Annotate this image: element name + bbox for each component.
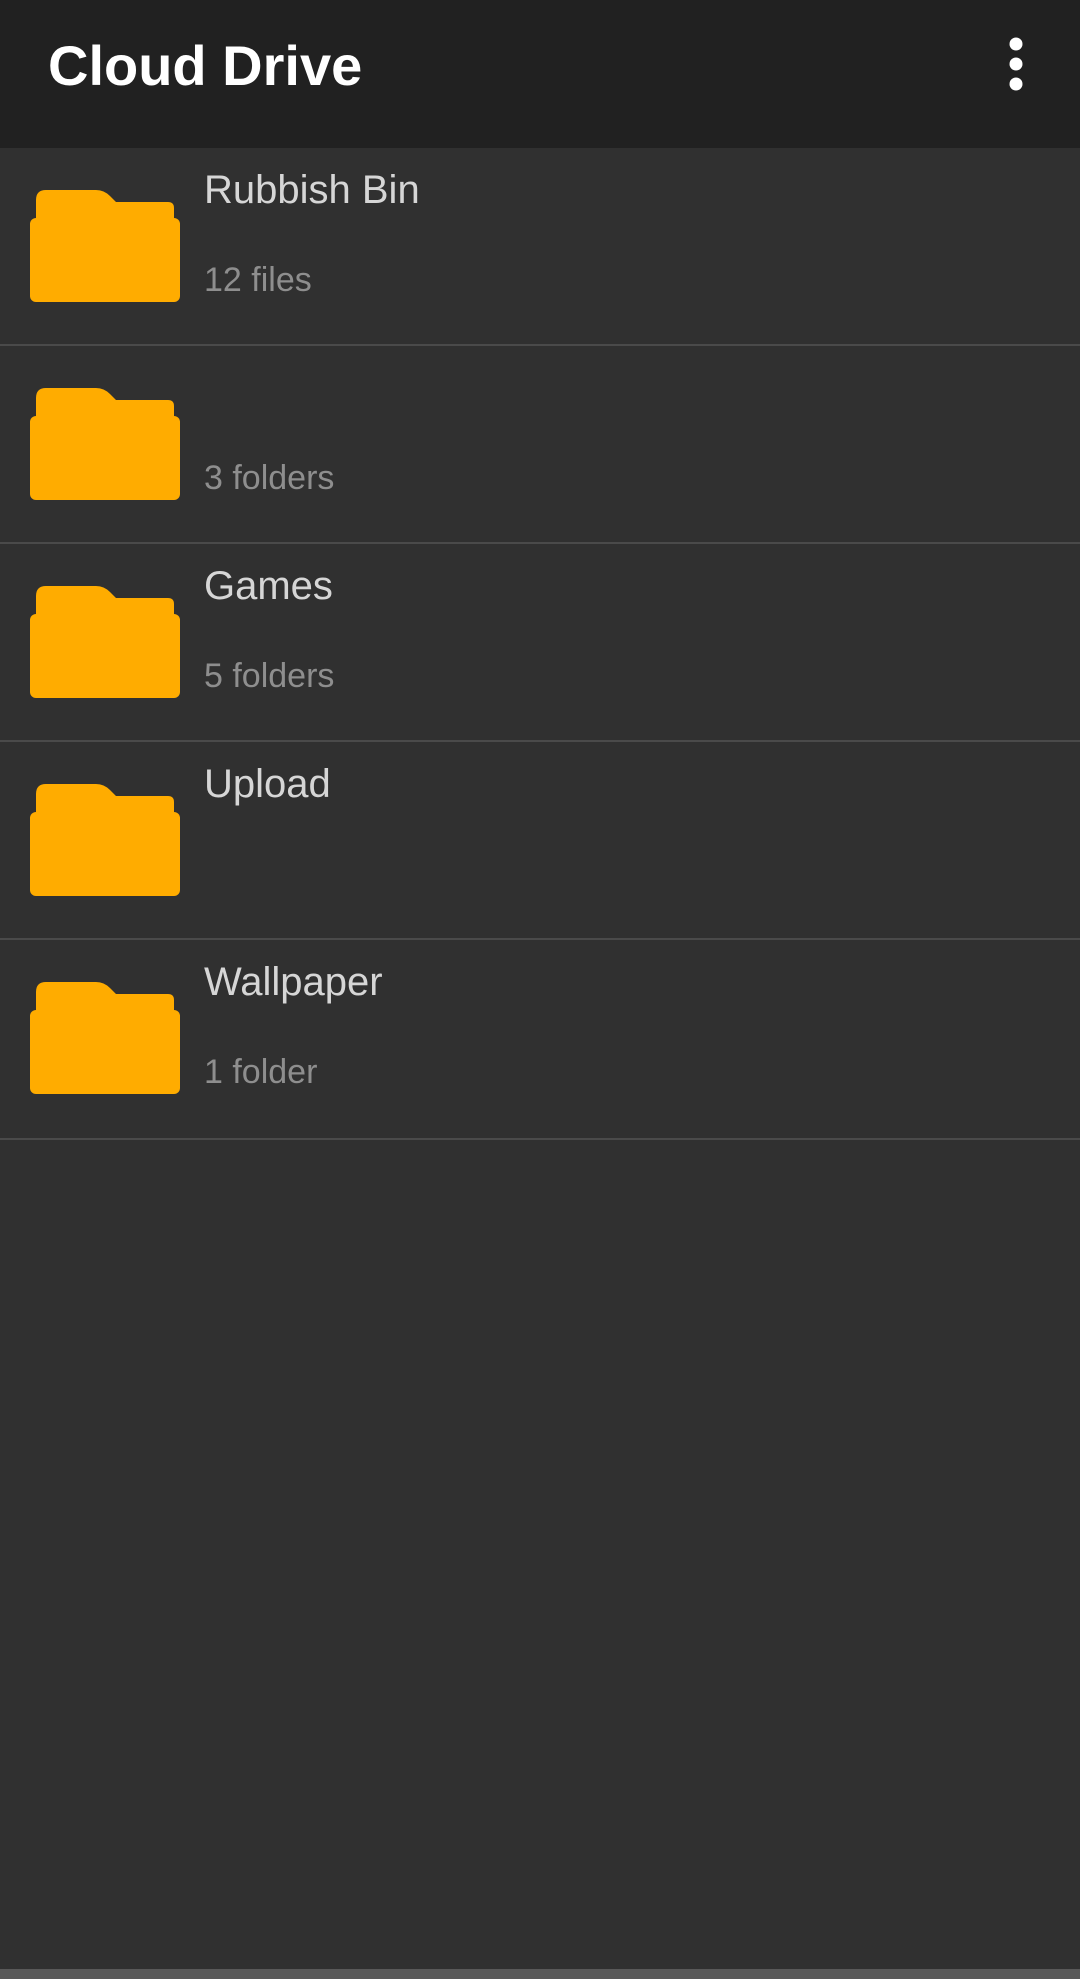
folder-name: Games [204, 564, 333, 608]
folder-icon [30, 388, 180, 500]
folder-meta: 12 files [204, 261, 312, 299]
folder-meta: 1 folder [204, 1053, 318, 1091]
folder-item-rubbish-bin[interactable]: Rubbish Bin 12 files [0, 148, 1080, 346]
folder-icon [30, 784, 180, 896]
folder-item-games[interactable]: Games 5 folders [0, 544, 1080, 742]
folder-icon [30, 190, 180, 302]
folder-name: Rubbish Bin [204, 168, 420, 212]
folder-item-unnamed[interactable]: 3 folders [0, 346, 1080, 544]
folder-list: Rubbish Bin 12 files 3 folders Games 5 f… [0, 148, 1080, 1140]
folder-item-upload[interactable]: Upload [0, 742, 1080, 940]
folder-name: Wallpaper [204, 960, 383, 1004]
folder-icon [30, 982, 180, 1094]
folder-meta: 3 folders [204, 459, 335, 497]
app-bar: Cloud Drive [0, 0, 1080, 148]
folder-icon [30, 586, 180, 698]
folder-item-wallpaper[interactable]: Wallpaper 1 folder [0, 940, 1080, 1140]
folder-meta: 5 folders [204, 657, 335, 695]
more-options-button[interactable] [980, 28, 1052, 100]
folder-name: Upload [204, 762, 331, 806]
bottom-divider [0, 1969, 1080, 1979]
page-title: Cloud Drive [48, 34, 363, 97]
more-vert-icon [1009, 37, 1023, 91]
